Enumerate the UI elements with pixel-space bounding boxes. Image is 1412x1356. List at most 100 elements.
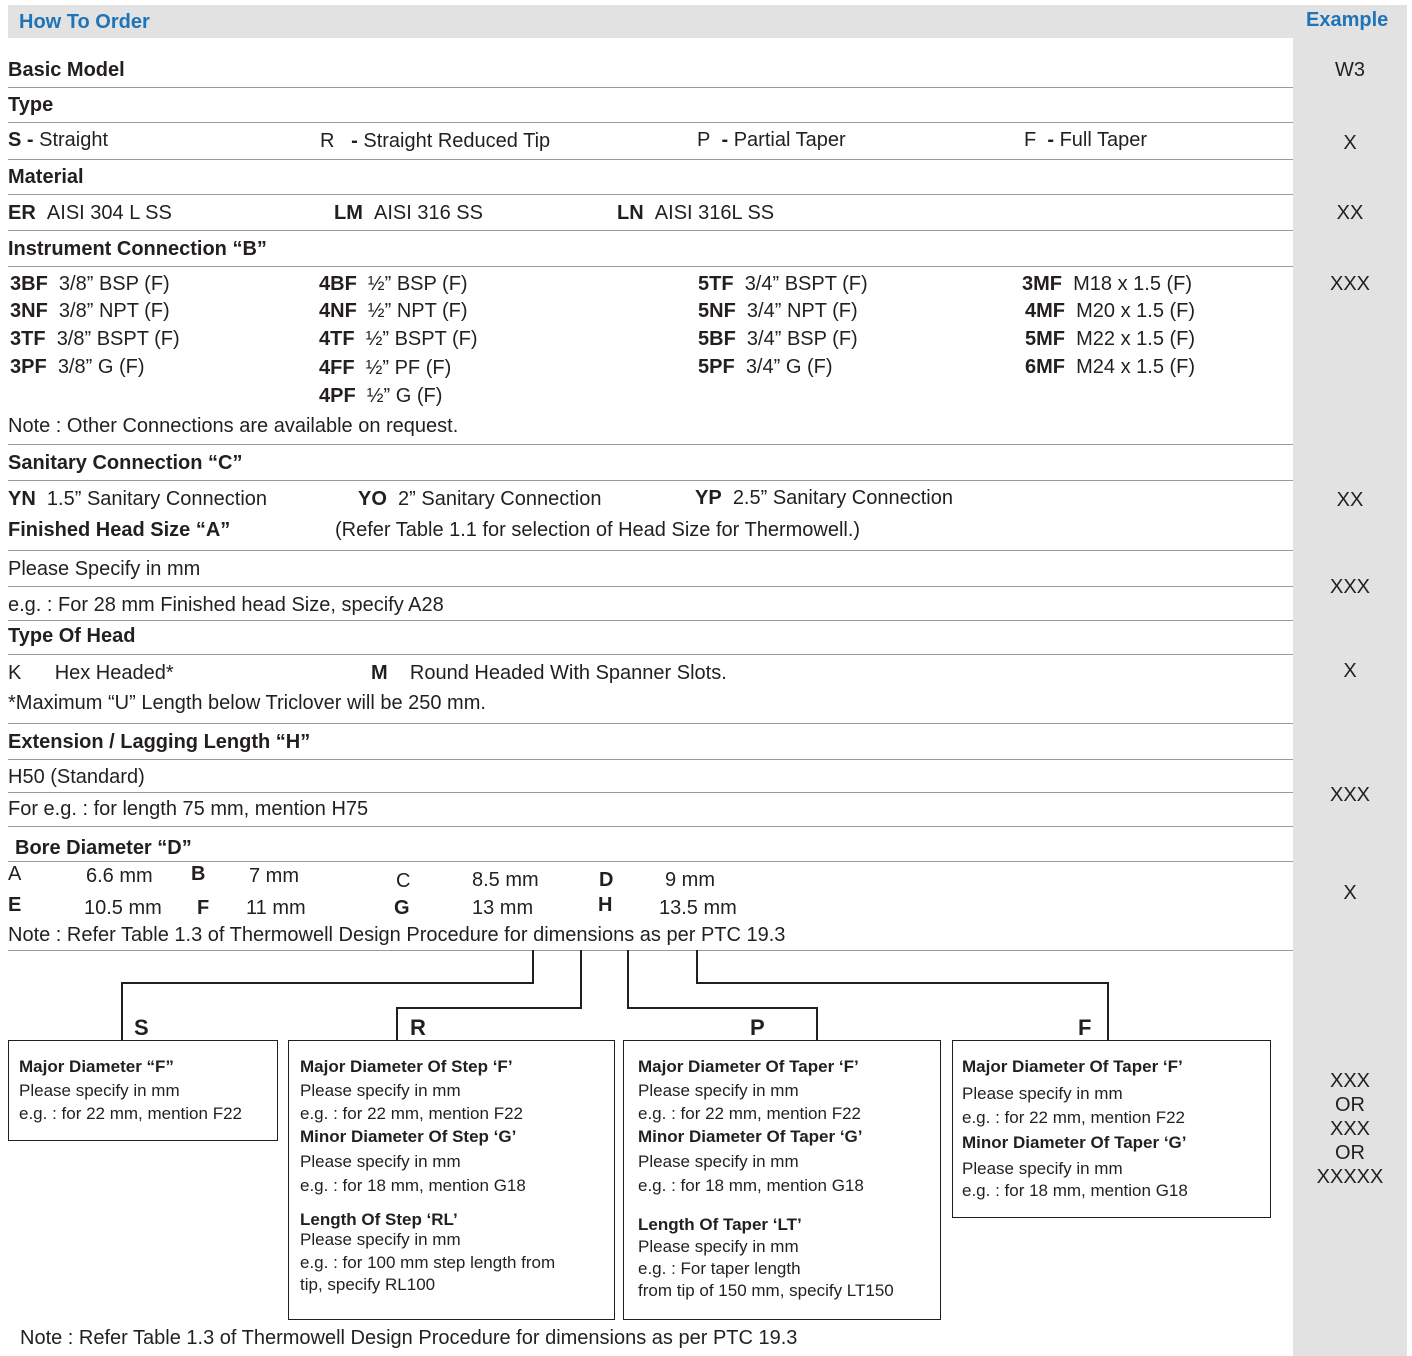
material-example: XX: [1336, 202, 1364, 224]
divider: [8, 861, 1293, 862]
conn-3bf: 3BF 3/8” BSP (F): [10, 273, 170, 295]
example-title: Example: [1306, 9, 1389, 31]
bore-example: X: [1343, 882, 1357, 904]
header-bar: [8, 5, 1407, 38]
head-type-k: K Hex Headed*: [8, 662, 174, 684]
conn-5mf: 5MF M22 x 1.5 (F): [1025, 328, 1196, 350]
head-type-example: X: [1343, 660, 1357, 682]
basic-model-example: W3: [1335, 59, 1365, 81]
box-line: tip, specify RL100: [300, 1275, 436, 1294]
conn-4nf: 4NF ½” NPT (F): [319, 300, 468, 322]
conn-5nf: 5NF 3/4” NPT (F): [698, 300, 858, 322]
connector-line: [396, 1007, 398, 1040]
connector-line: [627, 950, 629, 1009]
footer-note: Note : Refer Table 1.3 of Thermowell Des…: [20, 1327, 798, 1349]
conn-4mf: 4MF M20 x 1.5 (F): [1025, 300, 1196, 322]
bore-f-value: 11 mm: [246, 897, 306, 919]
extension-standard: H50 (Standard): [8, 766, 145, 788]
box-line: Please specify in mm: [638, 1081, 799, 1100]
box-line: Please specify in mm: [638, 1237, 799, 1256]
type-option-s: S - Straight: [8, 129, 109, 151]
instrument-connection-example: XXX: [1329, 273, 1371, 295]
conn-3pf: 3PF 3/8” G (F): [10, 356, 145, 378]
profile-box-full-taper: Major Diameter Of Taper ‘F’ Please speci…: [952, 1040, 1271, 1218]
sanitary-yn: YN 1.5” Sanitary Connection: [8, 488, 268, 510]
profile-example-line: OR: [1335, 1094, 1365, 1116]
conn-3mf: 3MF M18 x 1.5 (F): [1022, 273, 1193, 295]
divider: [8, 122, 1293, 123]
box-line: Major Diameter Of Taper ‘F’: [962, 1057, 1183, 1076]
bore-b-code: B: [191, 863, 206, 885]
divider: [8, 266, 1293, 267]
head-type-note: *Maximum “U” Length below Triclover will…: [8, 692, 486, 714]
divider: [8, 444, 1293, 445]
box-line: Minor Diameter Of Taper ‘G’: [962, 1133, 1187, 1152]
divider: [8, 723, 1293, 724]
box-line: Please specify in mm: [300, 1230, 461, 1249]
material-heading: Material: [8, 166, 84, 188]
sanitary-yp: YP 2.5” Sanitary Connection: [695, 487, 953, 509]
divider: [8, 480, 1293, 481]
divider: [8, 792, 1293, 793]
sanitary-yo: YO 2” Sanitary Connection: [358, 488, 602, 510]
divider: [8, 826, 1293, 827]
box-line: Please specify in mm: [300, 1152, 461, 1171]
conn-5bf: 5BF 3/4” BSP (F): [698, 328, 858, 350]
box-line: Please specify in mm: [638, 1152, 799, 1171]
divider: [8, 230, 1293, 231]
type-option-p: P - Partial Taper: [697, 129, 846, 151]
sanitary-connection-heading: Sanitary Connection “C”: [8, 452, 243, 474]
box-line: e.g. : for 100 mm step length from: [300, 1253, 556, 1272]
bore-d-value: 9 mm: [665, 869, 715, 891]
conn-4ff: 4FF ½” PF (F): [319, 357, 452, 379]
connector-line: [1107, 982, 1109, 1040]
box-line: e.g. : for 18 mm, mention G18: [962, 1181, 1188, 1200]
connector-line: [580, 950, 582, 1009]
head-type-heading: Type Of Head: [8, 625, 136, 647]
profile-tab-p: P: [750, 1015, 765, 1040]
bore-e-code: E: [8, 894, 22, 916]
profile-example-line: XXX: [1329, 1118, 1371, 1140]
divider: [8, 620, 1293, 621]
head-size-example-text: e.g. : For 28 mm Finished head Size, spe…: [8, 594, 444, 616]
box-line: Please specify in mm: [962, 1084, 1123, 1103]
profile-example-line: XXX: [1329, 1070, 1371, 1092]
conn-3tf: 3TF 3/8” BSPT (F): [10, 328, 180, 350]
divider: [8, 194, 1293, 195]
conn-5pf: 5PF 3/4” G (F): [698, 356, 833, 378]
bore-f-code: F: [197, 897, 210, 919]
connector-line: [121, 982, 123, 1040]
conn-5tf: 5TF 3/4” BSPT (F): [698, 273, 868, 295]
instrument-connection-heading: Instrument Connection “B”: [8, 238, 267, 260]
bore-h-value: 13.5 mm: [659, 897, 737, 919]
profile-tab-r: R: [410, 1015, 426, 1040]
connector-line: [532, 950, 534, 984]
how-to-order-title: How To Order: [19, 11, 150, 33]
box-line: Major Diameter “F”: [19, 1057, 174, 1076]
profile-example-line: OR: [1335, 1142, 1365, 1164]
divider: [8, 550, 1293, 551]
conn-6mf: 6MF M24 x 1.5 (F): [1025, 356, 1196, 378]
bore-c-code: C: [396, 870, 411, 892]
box-line: Major Diameter Of Taper ‘F’: [638, 1057, 859, 1076]
type-example: X: [1343, 132, 1357, 154]
type-option-r: R - Straight Reduced Tip: [320, 130, 551, 152]
box-line: from tip of 150 mm, specify LT150: [638, 1281, 894, 1300]
head-size-reference: (Refer Table 1.1 for selection of Head S…: [335, 519, 861, 541]
connector-line: [696, 950, 698, 984]
profile-box-straight: Major Diameter “F” Please specify in mm …: [8, 1040, 278, 1141]
divider: [8, 950, 1293, 951]
box-line: Minor Diameter Of Step ‘G’: [300, 1127, 517, 1146]
divider: [8, 586, 1293, 587]
basic-model-heading: Basic Model: [8, 59, 125, 81]
type-option-f: F - Full Taper: [1024, 129, 1148, 151]
bore-a-value: 6.6 mm: [86, 865, 153, 887]
profile-tab-f: F: [1078, 1015, 1092, 1040]
bore-heading: Bore Diameter “D”: [15, 837, 192, 859]
profile-box-reduced-tip: Major Diameter Of Step ‘F’ Please specif…: [288, 1040, 615, 1320]
material-option-lm: LM AISI 316 SS: [334, 202, 483, 224]
box-line: Length Of Taper ‘LT’: [638, 1215, 802, 1234]
connector-line: [627, 1007, 818, 1009]
box-line: e.g. : for 22 mm, mention F22: [300, 1104, 523, 1123]
head-size-instruction: Please Specify in mm: [8, 558, 201, 580]
